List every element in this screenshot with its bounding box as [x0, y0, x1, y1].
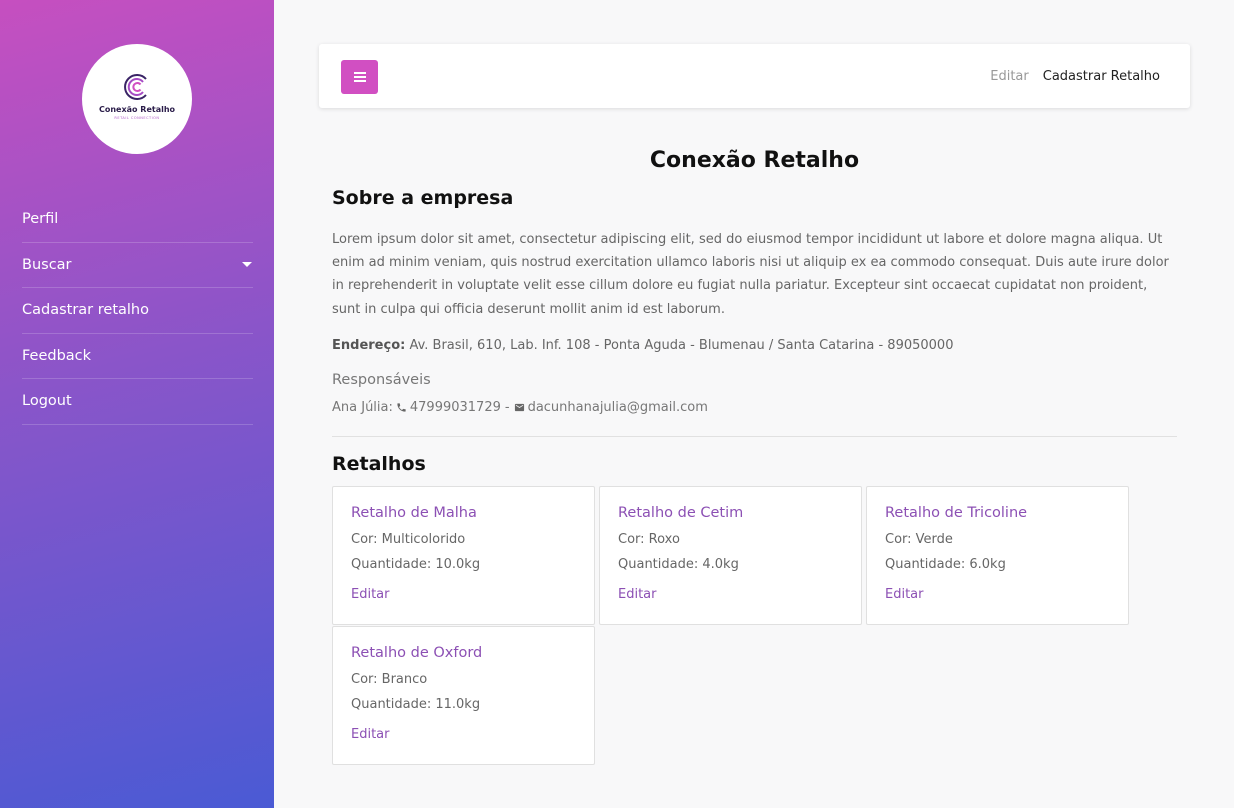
top-links: Editar Cadastrar Retalho	[990, 44, 1160, 108]
retalhos-heading: Retalhos	[332, 453, 426, 475]
retalho-quantity: Quantidade: 4.0kg	[618, 557, 739, 572]
phone-icon	[396, 402, 407, 413]
sidebar-item-buscar[interactable]: Buscar	[22, 243, 253, 288]
company-description: Lorem ipsum dolor sit amet, consectetur …	[332, 232, 1169, 317]
page-title: Conexão Retalho	[649, 148, 860, 173]
sidebar-item-label: Perfil	[22, 211, 59, 228]
retalho-color: Cor: Multicolorido	[351, 532, 466, 547]
envelope-icon	[514, 402, 525, 413]
responsibles-heading: Responsáveis	[332, 372, 431, 388]
responsible-email: dacunhanajulia@gmail.com	[527, 400, 708, 415]
retalho-card: Retalho de Oxford Cor: Branco Quantidade…	[332, 626, 595, 765]
caret-down-icon	[242, 262, 252, 268]
logo-c-icon	[124, 74, 147, 100]
sidebar-item-label: Buscar	[22, 256, 72, 273]
sidebar-item-label: Feedback	[22, 347, 92, 364]
retalho-edit-link[interactable]: Editar	[351, 587, 390, 602]
retalho-title: Retalho de Oxford	[351, 645, 483, 661]
register-retalho-link[interactable]: Cadastrar Retalho	[1043, 69, 1160, 84]
retalho-quantity: Quantidade: 10.0kg	[351, 557, 481, 572]
sidebar-item-label: Cadastrar retalho	[22, 302, 149, 319]
retalho-color: Cor: Roxo	[618, 532, 680, 547]
sidebar-item-feedback[interactable]: Feedback	[22, 334, 253, 379]
retalho-edit-link[interactable]: Editar	[351, 727, 390, 742]
retalho-quantity: Quantidade: 11.0kg	[351, 697, 481, 712]
responsible-phone: 47999031729	[409, 400, 501, 415]
sidebar-item-perfil[interactable]: Perfil	[22, 197, 253, 243]
section-divider	[332, 436, 1177, 437]
retalho-color: Cor: Verde	[885, 532, 953, 547]
retalho-edit-link[interactable]: Editar	[885, 587, 924, 602]
edit-link[interactable]: Editar	[990, 69, 1029, 84]
hamburger-icon	[353, 72, 366, 82]
retalho-color: Cor: Branco	[351, 672, 428, 687]
retalho-card: Retalho de Malha Cor: Multicolorido Quan…	[332, 486, 595, 625]
sidebar: Conexão Retalho RETAIL CONNECTION Perfil…	[0, 0, 274, 808]
retalho-quantity: Quantidade: 6.0kg	[885, 557, 1006, 572]
retalho-card: Retalho de Cetim Cor: Roxo Quantidade: 4…	[599, 486, 862, 625]
company-logo: Conexão Retalho RETAIL CONNECTION	[82, 44, 192, 154]
top-navbar: Editar Cadastrar Retalho	[319, 44, 1190, 108]
address-label: Endereço:	[332, 338, 406, 353]
responsible-contact: Ana Júlia: 47999031729 - dacunhanajulia@…	[332, 400, 708, 415]
retalho-title: Retalho de Cetim	[618, 505, 744, 521]
address-value: Av. Brasil, 610, Lab. Inf. 108 - Ponta A…	[409, 338, 954, 353]
retalho-title: Retalho de Malha	[351, 505, 477, 521]
retalho-card: Retalho de Tricoline Cor: Verde Quantida…	[866, 486, 1129, 625]
sidebar-item-logout[interactable]: Logout	[22, 379, 253, 425]
menu-toggle-button[interactable]	[341, 60, 378, 94]
responsible-name: Ana Júlia:	[332, 400, 393, 415]
sidebar-item-label: Logout	[22, 393, 72, 410]
company-address: Endereço: Av. Brasil, 610, Lab. Inf. 108…	[332, 338, 953, 353]
sidebar-item-cadastrar-retalho[interactable]: Cadastrar retalho	[22, 288, 253, 334]
about-heading: Sobre a empresa	[332, 187, 514, 209]
sidebar-nav: Perfil Buscar Cadastrar retalho Feedback…	[22, 197, 253, 425]
contact-separator: -	[504, 400, 510, 415]
retalho-title: Retalho de Tricoline	[885, 505, 1028, 521]
logo-title: Conexão Retalho	[98, 105, 176, 114]
logo-subtitle: RETAIL CONNECTION	[114, 116, 160, 120]
retalho-edit-link[interactable]: Editar	[618, 587, 657, 602]
